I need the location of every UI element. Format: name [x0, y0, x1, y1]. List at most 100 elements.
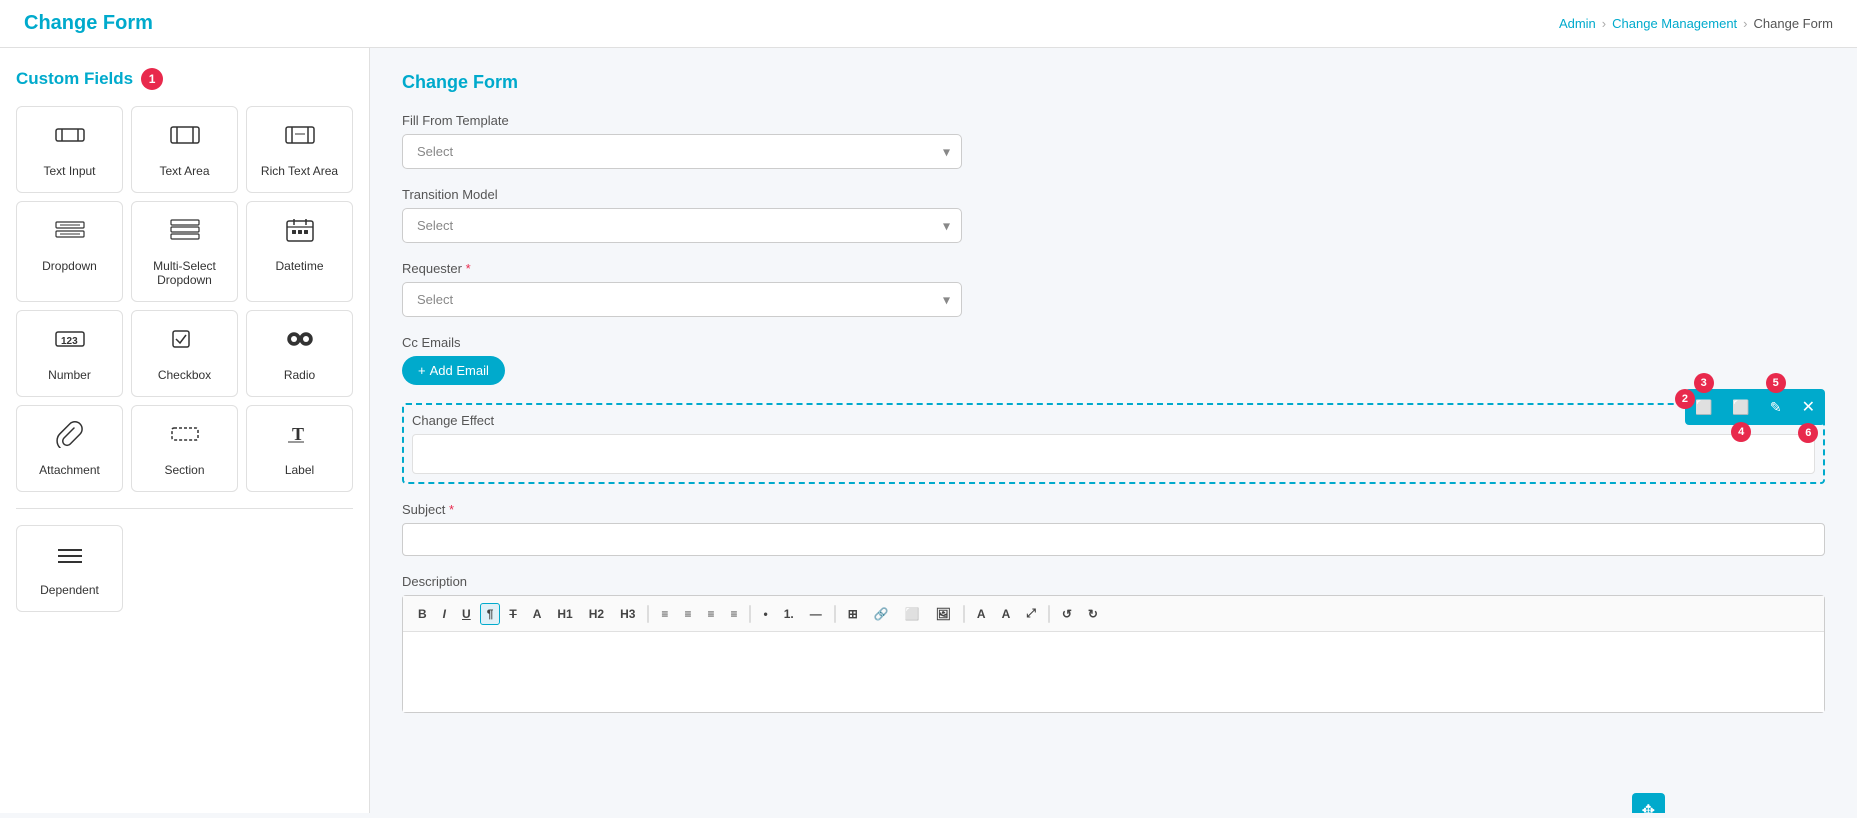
change-effect-inner[interactable]	[412, 434, 1815, 474]
transition-model-group: Transition Model Select	[402, 187, 1825, 243]
toolbar-duplicate-button[interactable]: ⬜	[1685, 391, 1722, 424]
rte-align-justify[interactable]: ≡	[723, 603, 744, 625]
rte-highlight[interactable]: A	[995, 603, 1018, 625]
fill-from-template-label: Fill From Template	[402, 113, 1825, 128]
field-card-dependent-label: Dependent	[40, 583, 99, 597]
subject-group: Subject *	[402, 502, 1825, 556]
app-header: Change Form Admin › Change Management › …	[0, 0, 1857, 48]
toolbar-copy-button[interactable]: ⬜	[1722, 391, 1759, 424]
rte-italic[interactable]: I	[436, 603, 453, 625]
toolbar-edit-button[interactable]: ✎	[1760, 391, 1792, 424]
rte-link[interactable]: 🔗	[867, 603, 896, 625]
fields-grid: Text Input Text Area	[16, 106, 353, 492]
fill-from-template-wrapper: Select	[402, 134, 962, 169]
rte-hr[interactable]: —	[803, 603, 829, 625]
field-card-radio-label: Radio	[284, 368, 315, 382]
rte-table[interactable]: ⊞	[841, 603, 865, 625]
field-card-text-area[interactable]: Text Area	[131, 106, 238, 193]
field-card-section[interactable]: Section	[131, 405, 238, 492]
rte-h3[interactable]: H3	[613, 603, 642, 625]
field-card-multi-select-dropdown[interactable]: Multi-Select Dropdown	[131, 201, 238, 302]
transition-model-wrapper: Select	[402, 208, 962, 243]
rte-underline[interactable]: U	[455, 603, 478, 625]
text-input-icon	[54, 121, 86, 156]
field-card-radio[interactable]: Radio	[246, 310, 353, 397]
field-card-section-label: Section	[164, 463, 204, 477]
rte-bullet-list[interactable]: •	[756, 603, 774, 625]
rte-image[interactable]: 🖼	[929, 603, 958, 625]
description-label: Description	[402, 574, 1825, 589]
breadcrumb-sep-2: ›	[1743, 16, 1747, 31]
transition-model-select[interactable]: Select	[402, 208, 962, 243]
rte-h2[interactable]: H2	[582, 603, 611, 625]
field-card-label[interactable]: T Label	[246, 405, 353, 492]
field-card-attachment[interactable]: Attachment	[16, 405, 123, 492]
field-card-attachment-label: Attachment	[39, 463, 100, 477]
rte-align-center[interactable]: ≡	[677, 603, 698, 625]
svg-text:123: 123	[61, 336, 78, 347]
rte-strikethrough[interactable]: T	[502, 603, 523, 625]
custom-fields-badge: 1	[141, 68, 163, 90]
sidebar-section-header: Custom Fields 1	[16, 68, 353, 90]
description-content[interactable]	[403, 632, 1824, 712]
rte-sep-3	[834, 605, 836, 623]
rte-embed[interactable]: ⬜	[898, 603, 927, 625]
rte-bold[interactable]: B	[411, 603, 434, 625]
rte-ordered-list[interactable]: 1.	[777, 603, 801, 625]
rte-sep-4	[963, 605, 965, 623]
breadcrumb-sep-1: ›	[1602, 16, 1606, 31]
field-card-text-input-label: Text Input	[43, 164, 95, 178]
field-card-checkbox[interactable]: Checkbox	[131, 310, 238, 397]
change-effect-label: Change Effect	[412, 413, 1815, 428]
breadcrumb-admin[interactable]: Admin	[1559, 16, 1596, 31]
rte-paragraph[interactable]: ¶	[480, 603, 501, 625]
field-card-rich-text-area[interactable]: Rich Text Area	[246, 106, 353, 193]
requester-wrapper: Select	[402, 282, 962, 317]
fill-from-template-group: Fill From Template Select	[402, 113, 1825, 169]
app-title: Change Form	[24, 12, 153, 35]
breadcrumb: Admin › Change Management › Change Form	[1559, 16, 1833, 31]
rte-h1[interactable]: H1	[550, 603, 579, 625]
requester-label: Requester *	[402, 261, 1825, 276]
rte-toolbar: B I U ¶ T A H1 H2 H3 ≡ ≡ ≡ ≡ • 1.	[403, 596, 1824, 632]
field-card-number[interactable]: 123 Number	[16, 310, 123, 397]
toolbar-close-button[interactable]: ✕	[1792, 389, 1825, 425]
rte-undo[interactable]: ↺	[1055, 603, 1079, 625]
subject-input[interactable]	[402, 523, 1825, 556]
toolbar-overlay: 2 ✥ 3 ⬜ 4 ⬜ 5	[1685, 389, 1825, 425]
attachment-icon	[54, 420, 86, 455]
rte-font[interactable]: A	[526, 603, 549, 625]
rte-color[interactable]: A	[970, 603, 993, 625]
duplicate-icon: ⬜	[1695, 399, 1712, 416]
add-email-button[interactable]: + Add Email	[402, 356, 505, 385]
rte-fullscreen[interactable]: ⤢	[1019, 602, 1043, 625]
field-card-dropdown[interactable]: Dropdown	[16, 201, 123, 302]
breadcrumb-change-management[interactable]: Change Management	[1612, 16, 1737, 31]
rte-align-left[interactable]: ≡	[654, 603, 675, 625]
field-card-datetime[interactable]: Datetime	[246, 201, 353, 302]
toolbar-move-button[interactable]: ✥	[1632, 793, 1665, 813]
field-card-dependent[interactable]: Dependent	[16, 525, 123, 612]
fill-from-template-select[interactable]: Select	[402, 134, 962, 169]
change-effect-group: Change Effect 2 ✥ 3 ⬜	[402, 403, 1825, 484]
rte-align-right[interactable]: ≡	[700, 603, 721, 625]
multi-select-dropdown-icon	[169, 216, 201, 251]
datetime-icon	[284, 216, 316, 251]
requester-select[interactable]: Select	[402, 282, 962, 317]
form-title: Change Form	[402, 72, 1825, 93]
rte-redo[interactable]: ↻	[1081, 603, 1105, 625]
main-layout: Custom Fields 1 Text Input	[0, 48, 1857, 813]
copy-icon: ⬜	[1732, 399, 1749, 416]
checkbox-icon	[169, 325, 201, 360]
field-card-text-input[interactable]: Text Input	[16, 106, 123, 193]
close-icon: ✕	[1802, 397, 1815, 417]
radio-icon	[284, 325, 316, 360]
requester-group: Requester * Select	[402, 261, 1825, 317]
svg-text:T: T	[292, 424, 304, 444]
dropdown-icon	[54, 216, 86, 251]
description-group: Description B I U ¶ T A H1 H2 H3 ≡ ≡ ≡ ≡	[402, 574, 1825, 713]
section-icon	[169, 420, 201, 455]
cc-emails-label: Cc Emails	[402, 335, 1825, 350]
rich-text-area-icon	[284, 121, 316, 156]
transition-model-label: Transition Model	[402, 187, 1825, 202]
